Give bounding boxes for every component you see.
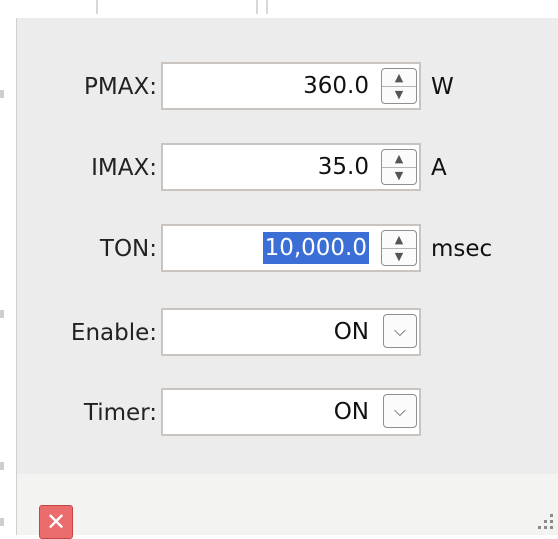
pmax-value[interactable]: 360.0 <box>303 64 369 108</box>
close-button[interactable]: ✕ <box>39 505 73 539</box>
divider <box>266 0 268 14</box>
ton-label: TON: <box>99 236 157 262</box>
ton-field[interactable]: 10,000.0 ▲ ▼ <box>161 224 421 272</box>
imax-label: IMAX: <box>91 155 157 181</box>
ton-row: TON: 10,000.0 ▲ ▼ msec <box>17 224 558 274</box>
form-area: PMAX: 360.0 ▲ ▼ W IMAX: 35.0 ▲ ▼ A TON: … <box>17 18 558 474</box>
enable-select[interactable]: ON ⌵ <box>161 308 421 356</box>
ton-spinner[interactable]: ▲ ▼ <box>381 230 417 266</box>
resize-grip-icon[interactable] <box>535 511 553 529</box>
edge-mark <box>0 518 4 526</box>
chevron-up-icon[interactable]: ▲ <box>382 69 416 87</box>
top-strip <box>0 0 558 18</box>
divider <box>96 0 98 14</box>
pmax-label: PMAX: <box>84 74 157 100</box>
close-icon[interactable]: ✕ <box>46 508 66 536</box>
chevron-up-icon[interactable]: ▲ <box>382 231 416 249</box>
settings-panel: PMAX: 360.0 ▲ ▼ W IMAX: 35.0 ▲ ▼ A TON: … <box>16 18 558 539</box>
pmax-row: PMAX: 360.0 ▲ ▼ W <box>17 62 558 112</box>
imax-row: IMAX: 35.0 ▲ ▼ A <box>17 143 558 193</box>
imax-unit: A <box>431 155 447 181</box>
edge-mark <box>0 310 4 318</box>
pmax-unit: W <box>431 74 454 100</box>
divider <box>256 0 258 14</box>
edge-mark <box>0 462 4 470</box>
footer-bar: ✕ <box>17 474 558 539</box>
chevron-down-icon[interactable]: ⌵ <box>383 394 417 428</box>
imax-value[interactable]: 35.0 <box>318 145 369 189</box>
imax-spinner[interactable]: ▲ ▼ <box>381 149 417 185</box>
imax-field[interactable]: 35.0 ▲ ▼ <box>161 143 421 191</box>
ton-value[interactable]: 10,000.0 <box>262 232 369 264</box>
timer-select[interactable]: ON ⌵ <box>161 388 421 436</box>
enable-row: Enable: ON ⌵ <box>17 308 558 358</box>
timer-label: Timer: <box>83 400 157 426</box>
pmax-spinner[interactable]: ▲ ▼ <box>381 68 417 104</box>
enable-label: Enable: <box>70 320 157 346</box>
enable-value[interactable]: ON <box>334 310 369 354</box>
pmax-field[interactable]: 360.0 ▲ ▼ <box>161 62 421 110</box>
chevron-down-icon[interactable]: ▼ <box>382 86 416 103</box>
timer-row: Timer: ON ⌵ <box>17 388 558 438</box>
chevron-down-icon[interactable]: ⌵ <box>383 314 417 348</box>
ton-unit: msec <box>431 236 493 262</box>
chevron-down-icon[interactable]: ▼ <box>382 248 416 265</box>
timer-value[interactable]: ON <box>334 390 369 434</box>
edge-mark <box>0 90 4 98</box>
chevron-down-icon[interactable]: ▼ <box>382 167 416 184</box>
chevron-up-icon[interactable]: ▲ <box>382 150 416 168</box>
